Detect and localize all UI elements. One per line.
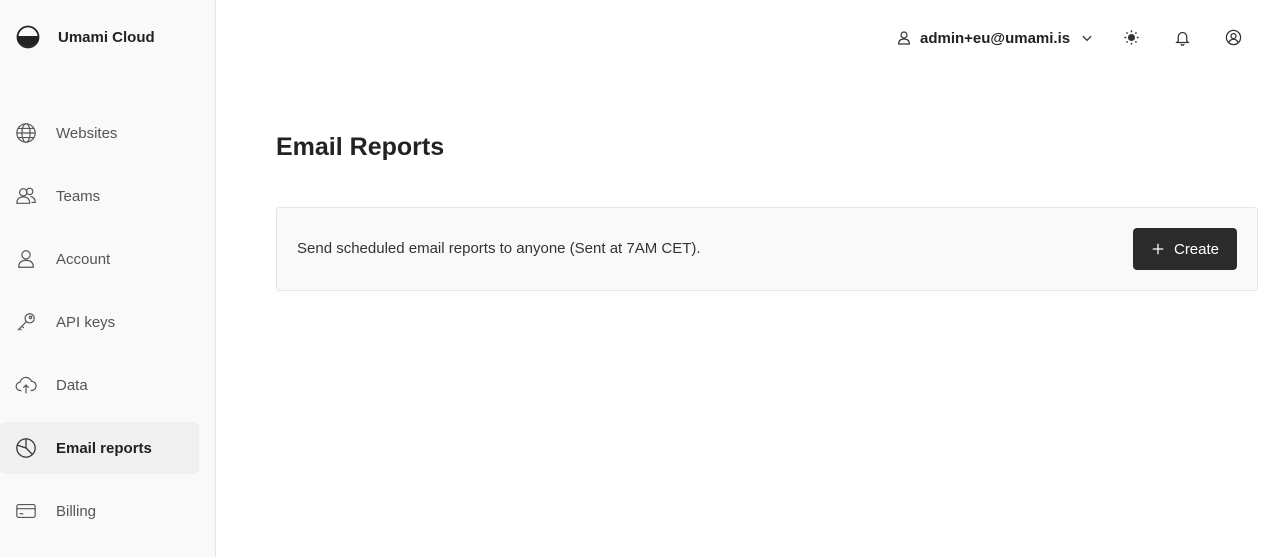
brand-name: Umami Cloud <box>58 28 155 46</box>
sidebar-item-label: Email reports <box>56 439 152 457</box>
theme-toggle-button[interactable] <box>1120 26 1142 48</box>
cloud-upload-icon <box>15 374 37 396</box>
pie-chart-icon <box>15 437 37 459</box>
sidebar-item-websites[interactable]: Websites <box>0 107 199 159</box>
profile-button[interactable] <box>1222 26 1244 48</box>
sidebar-item-api-keys[interactable]: API keys <box>0 296 199 348</box>
sidebar-item-label: Teams <box>56 187 101 205</box>
sidebar-item-label: Websites <box>56 124 118 142</box>
sun-icon <box>1123 29 1139 45</box>
create-button[interactable]: Create <box>1133 228 1237 270</box>
email-reports-panel: Send scheduled email reports to anyone (… <box>276 207 1258 291</box>
user-icon <box>15 248 37 270</box>
sidebar-item-billing[interactable]: Billing <box>0 485 199 537</box>
sidebar-item-label: Billing <box>56 502 97 520</box>
globe-icon <box>15 122 37 144</box>
sidebar: Umami Cloud Websites Teams Account API k… <box>0 0 216 557</box>
brand[interactable]: Umami Cloud <box>16 24 155 50</box>
sidebar-item-teams[interactable]: Teams <box>0 170 199 222</box>
umami-logo-icon <box>16 25 40 49</box>
bell-icon <box>1174 31 1190 46</box>
sidebar-item-label: API keys <box>56 313 116 331</box>
user-icon <box>898 31 910 45</box>
create-button-label: Create <box>1173 240 1220 258</box>
sidebar-item-account[interactable]: Account <box>0 233 199 285</box>
users-icon <box>15 185 37 207</box>
user-menu[interactable]: admin+eu@umami.is <box>896 28 1094 48</box>
credit-card-icon <box>15 500 37 522</box>
notifications-button[interactable] <box>1171 26 1193 48</box>
user-email: admin+eu@umami.is <box>920 29 1071 47</box>
plus-icon <box>1152 243 1164 255</box>
key-icon <box>15 311 37 333</box>
sidebar-item-email-reports[interactable]: Email reports <box>0 422 199 474</box>
sidebar-item-label: Data <box>56 376 88 394</box>
page-title: Email Reports <box>276 133 445 161</box>
sidebar-item-data[interactable]: Data <box>0 359 199 411</box>
panel-description: Send scheduled email reports to anyone (… <box>297 240 701 257</box>
sidebar-item-label: Account <box>56 250 111 268</box>
user-circle-icon <box>1225 29 1241 45</box>
chevron-down-icon <box>1082 35 1092 42</box>
